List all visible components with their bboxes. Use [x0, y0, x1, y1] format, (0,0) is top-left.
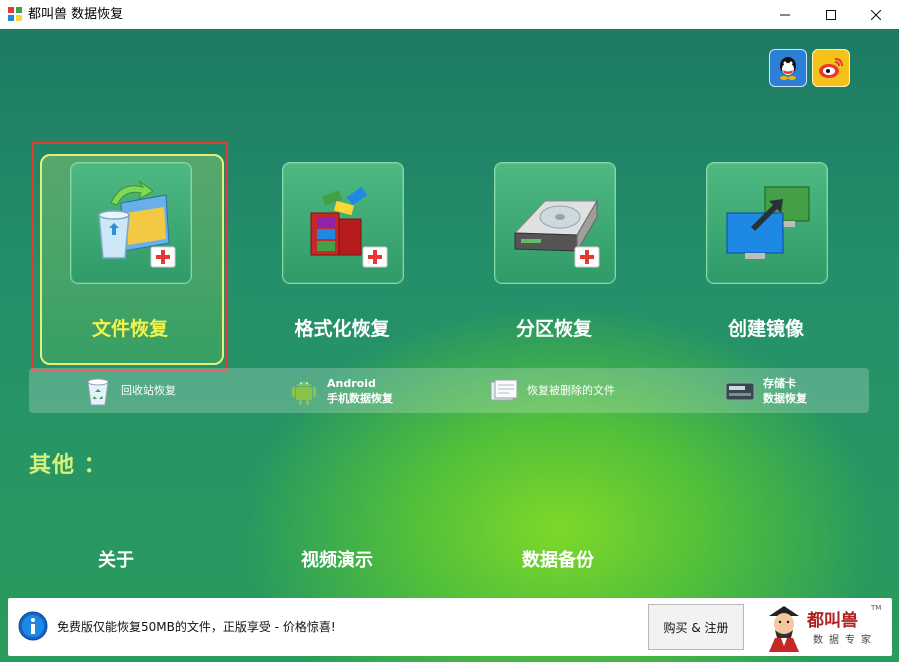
app-window: 都叫兽 数据恢复 文件恢复 格式化恢复 分区恢复 创建镜像 回收站恢复 Andr… — [0, 0, 899, 662]
weibo-button[interactable] — [812, 49, 850, 87]
deleted-file-icon — [490, 379, 518, 400]
trademark-mark: TM — [871, 604, 882, 612]
sub-feature-label-secondary: 手机数据恢复 — [327, 391, 393, 405]
feature-file-recovery[interactable]: 文件恢复 — [40, 154, 224, 369]
maximize-icon — [826, 9, 836, 20]
feature-label: 分区恢复 — [515, 318, 592, 340]
weibo-icon — [819, 58, 843, 78]
mascot-icon — [769, 606, 799, 652]
feature-label: 文件恢复 — [91, 318, 168, 340]
create-image-icon — [726, 186, 810, 259]
close-button[interactable] — [853, 0, 899, 29]
feature-tile — [282, 162, 404, 284]
sub-feature-bar: 回收站恢复 Android 手机数据恢复 恢复被删除的文件 存储卡 数据恢复 — [29, 368, 869, 413]
qq-button[interactable] — [769, 49, 807, 87]
others-title: 其他 ： — [29, 453, 107, 478]
close-icon — [871, 9, 881, 20]
feature-tile — [70, 162, 192, 284]
partition-recovery-icon — [513, 199, 600, 268]
file-recovery-icon — [98, 180, 176, 268]
info-icon — [18, 611, 48, 641]
sub-feature-label: Android — [327, 376, 376, 390]
brand-logo: 都叫兽 TM 数据专家 — [763, 602, 888, 652]
window-title: 都叫兽 数据恢复 — [28, 7, 124, 22]
feature-partition-recovery[interactable]: 分区恢复 — [464, 154, 644, 369]
memory-card-icon — [725, 382, 755, 400]
about-link[interactable]: 关于 — [98, 546, 134, 572]
license-notice: 免费版仅能恢复50MB的文件，正版享受 - 价格惊喜! — [57, 620, 336, 634]
sub-feature-memory-card[interactable]: 存储卡 数据恢复 — [725, 368, 807, 413]
video-demo-link[interactable]: 视频演示 — [301, 546, 373, 572]
minimize-button[interactable] — [762, 0, 808, 29]
feature-format-recovery[interactable]: 格式化恢复 — [252, 154, 432, 369]
feature-label: 创建镜像 — [727, 318, 804, 340]
buy-register-button[interactable]: 购买 & 注册 — [648, 604, 744, 650]
brand-name: 都叫兽 — [807, 611, 858, 631]
sub-feature-label: 存储卡 — [763, 376, 796, 390]
sub-feature-label: 恢复被删除的文件 — [527, 384, 615, 397]
minimize-icon — [780, 14, 790, 15]
feature-create-image[interactable]: 创建镜像 — [676, 154, 856, 369]
title-bar: 都叫兽 数据恢复 — [0, 0, 899, 29]
sub-feature-android[interactable]: Android 手机数据恢复 — [289, 368, 393, 413]
sub-feature-recycle-bin[interactable]: 回收站恢复 — [83, 368, 176, 413]
footer-bar: 免费版仅能恢复50MB的文件，正版享受 - 价格惊喜! 购买 & 注册 都叫兽 … — [8, 598, 892, 656]
maximize-button[interactable] — [808, 0, 854, 29]
data-backup-link[interactable]: 数据备份 — [522, 546, 594, 572]
recycle-bin-icon — [87, 378, 109, 405]
sub-feature-deleted-files[interactable]: 恢复被删除的文件 — [489, 368, 615, 413]
sub-feature-label-secondary: 数据恢复 — [763, 391, 807, 405]
feature-label: 格式化恢复 — [294, 318, 390, 340]
feature-tile — [706, 162, 828, 284]
format-recovery-icon — [310, 186, 388, 268]
sub-feature-label: 回收站恢复 — [121, 384, 176, 397]
android-icon — [292, 381, 316, 405]
qq-icon — [780, 57, 796, 80]
main-panel: 文件恢复 格式化恢复 分区恢复 创建镜像 回收站恢复 Android 手机数据恢… — [0, 29, 899, 662]
app-logo-icon — [8, 7, 22, 21]
brand-tagline: 数据专家 — [813, 635, 877, 646]
feature-tile — [494, 162, 616, 284]
